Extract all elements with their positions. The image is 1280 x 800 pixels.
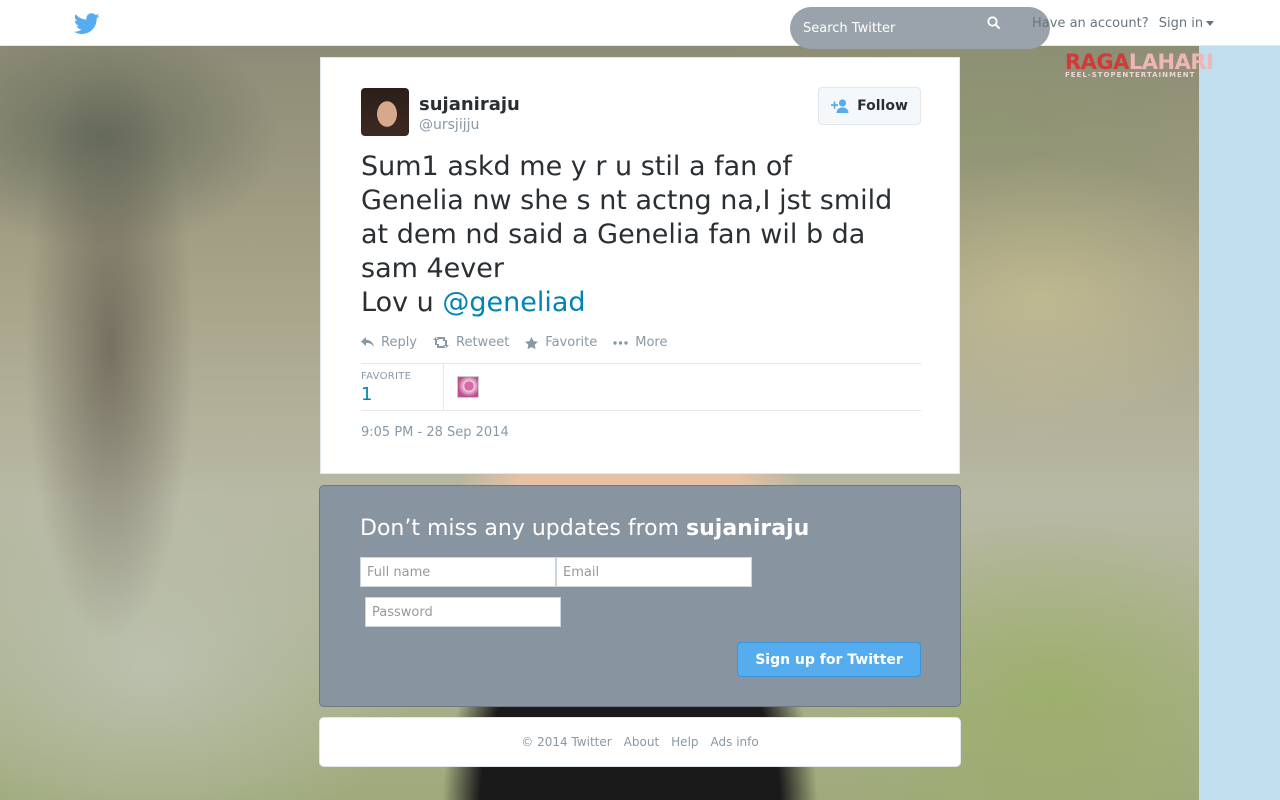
favorite-stat-count[interactable]: 1 [361, 384, 372, 405]
footer: © 2014 Twitter About Help Ads info [319, 717, 961, 767]
email-field[interactable]: Email [556, 557, 752, 587]
star-icon [525, 336, 539, 349]
tweet-line: at dem nd said a Genelia fan wil b da [361, 219, 866, 250]
favoriter-avatar[interactable] [457, 376, 479, 398]
user-name[interactable]: sujaniraju [419, 94, 520, 115]
reply-label: Reply [381, 335, 418, 350]
reply-button[interactable]: Reply [361, 335, 417, 350]
more-label: More [635, 335, 668, 350]
footer-ads-info-link[interactable]: Ads info [711, 735, 759, 749]
mention-link[interactable]: @geneliad [442, 287, 585, 318]
signup-heading: Don’t miss any updates from sujaniraju [360, 516, 809, 541]
signup-button[interactable]: Sign up for Twitter [737, 642, 921, 677]
tweet-card: sujaniraju @ursjijju Follow Sum1 askd me… [320, 57, 960, 474]
password-field[interactable]: Password [365, 597, 561, 627]
tweet-line: Sum1 askd me y r u stil a fan of [361, 151, 792, 182]
signup-panel: Don’t miss any updates from sujaniraju F… [319, 485, 961, 707]
tweet-stats: FAVORITE 1 [361, 363, 921, 411]
retweet-icon [433, 337, 450, 348]
follow-button[interactable]: Follow [818, 87, 921, 125]
top-bar: Search Twitter Have an account? Sign in [0, 0, 1280, 49]
tweet-line-last: Lov u @geneliad [361, 286, 926, 320]
more-button[interactable]: More [613, 335, 667, 350]
search-box[interactable]: Search Twitter [790, 7, 1050, 49]
watermark-subtext: FEEL-STOPENTERTAINMENT [1065, 71, 1196, 79]
search-icon[interactable] [987, 16, 1001, 30]
footer-copyright: © 2014 Twitter [521, 735, 612, 749]
sign-in-link[interactable]: Sign in [1158, 16, 1215, 31]
retweet-button[interactable]: Retweet [433, 335, 509, 350]
signup-heading-name: sujaniraju [686, 516, 810, 541]
tweet-line-prefix: Lov u [361, 287, 443, 318]
sign-in-label: Sign in [1158, 16, 1204, 31]
favorite-button[interactable]: Favorite [525, 335, 597, 350]
tweet-line: Genelia nw she s nt actng na,I jst smild [361, 185, 893, 216]
follow-label: Follow [857, 98, 908, 114]
user-handle[interactable]: @ursjijju [419, 117, 479, 133]
stats-divider [443, 364, 444, 410]
background-right-strip [1199, 46, 1280, 800]
tweet-line: sam 4ever [361, 253, 504, 284]
reply-icon [361, 337, 374, 347]
footer-help-link[interactable]: Help [671, 735, 698, 749]
tweet-text: Sum1 askd me y r u stil a fan of Genelia… [361, 150, 926, 320]
avatar[interactable] [361, 88, 409, 136]
signup-heading-text: Don’t miss any updates from [360, 516, 687, 541]
fullname-field[interactable]: Full name [360, 557, 556, 587]
tweet-timestamp[interactable]: 9:05 PM - 28 Sep 2014 [361, 425, 509, 440]
footer-about-link[interactable]: About [624, 735, 659, 749]
caret-down-icon [1206, 21, 1215, 26]
twitter-bird-icon[interactable] [74, 13, 100, 35]
follow-user-icon [831, 99, 849, 113]
have-account-text: Have an account? [1032, 16, 1149, 31]
account-area: Have an account? Sign in [1032, 16, 1215, 31]
search-input[interactable]: Search Twitter [803, 21, 1050, 36]
retweet-label: Retweet [456, 335, 510, 350]
favorite-label: Favorite [545, 335, 598, 350]
ragalahari-watermark: RAGALAHARI FEEL-STOPENTERTAINMENT [1065, 50, 1214, 79]
tweet-actions: Reply Retweet Favorite More [361, 335, 683, 350]
more-dots-icon [613, 340, 628, 345]
favorite-stat-label: FAVORITE [361, 371, 412, 382]
